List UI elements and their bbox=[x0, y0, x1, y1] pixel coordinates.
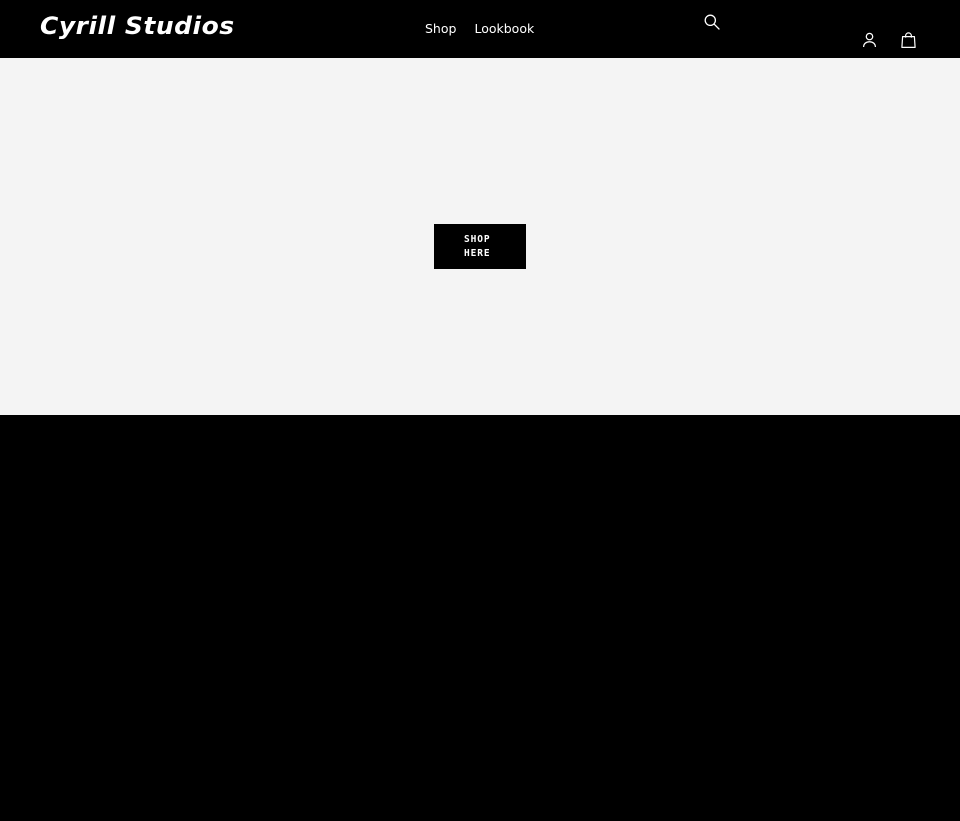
search-button[interactable] bbox=[703, 13, 721, 31]
main-navigation: Shop Lookbook bbox=[425, 21, 534, 37]
cart-button[interactable] bbox=[900, 31, 917, 49]
shopping-bag-icon bbox=[901, 32, 916, 48]
site-footer: Privacy Policy Refund Policy Terms of Se… bbox=[0, 415, 960, 821]
site-header: Cyrill Studios Shop Lookbook bbox=[0, 0, 960, 58]
account-button[interactable] bbox=[861, 31, 878, 49]
search-icon bbox=[704, 14, 720, 30]
shop-here-line-2: HERE bbox=[464, 247, 491, 259]
hero-section: SHOP HERE bbox=[0, 58, 960, 415]
shop-here-line-1: SHOP bbox=[464, 233, 491, 245]
account-person-icon bbox=[862, 32, 877, 48]
header-icon-group bbox=[861, 31, 917, 49]
nav-item-lookbook[interactable]: Lookbook bbox=[474, 21, 534, 37]
nav-item-shop[interactable]: Shop bbox=[425, 21, 456, 37]
shop-here-button[interactable]: SHOP HERE bbox=[434, 224, 526, 269]
site-logo[interactable]: Cyrill Studios bbox=[40, 12, 235, 40]
